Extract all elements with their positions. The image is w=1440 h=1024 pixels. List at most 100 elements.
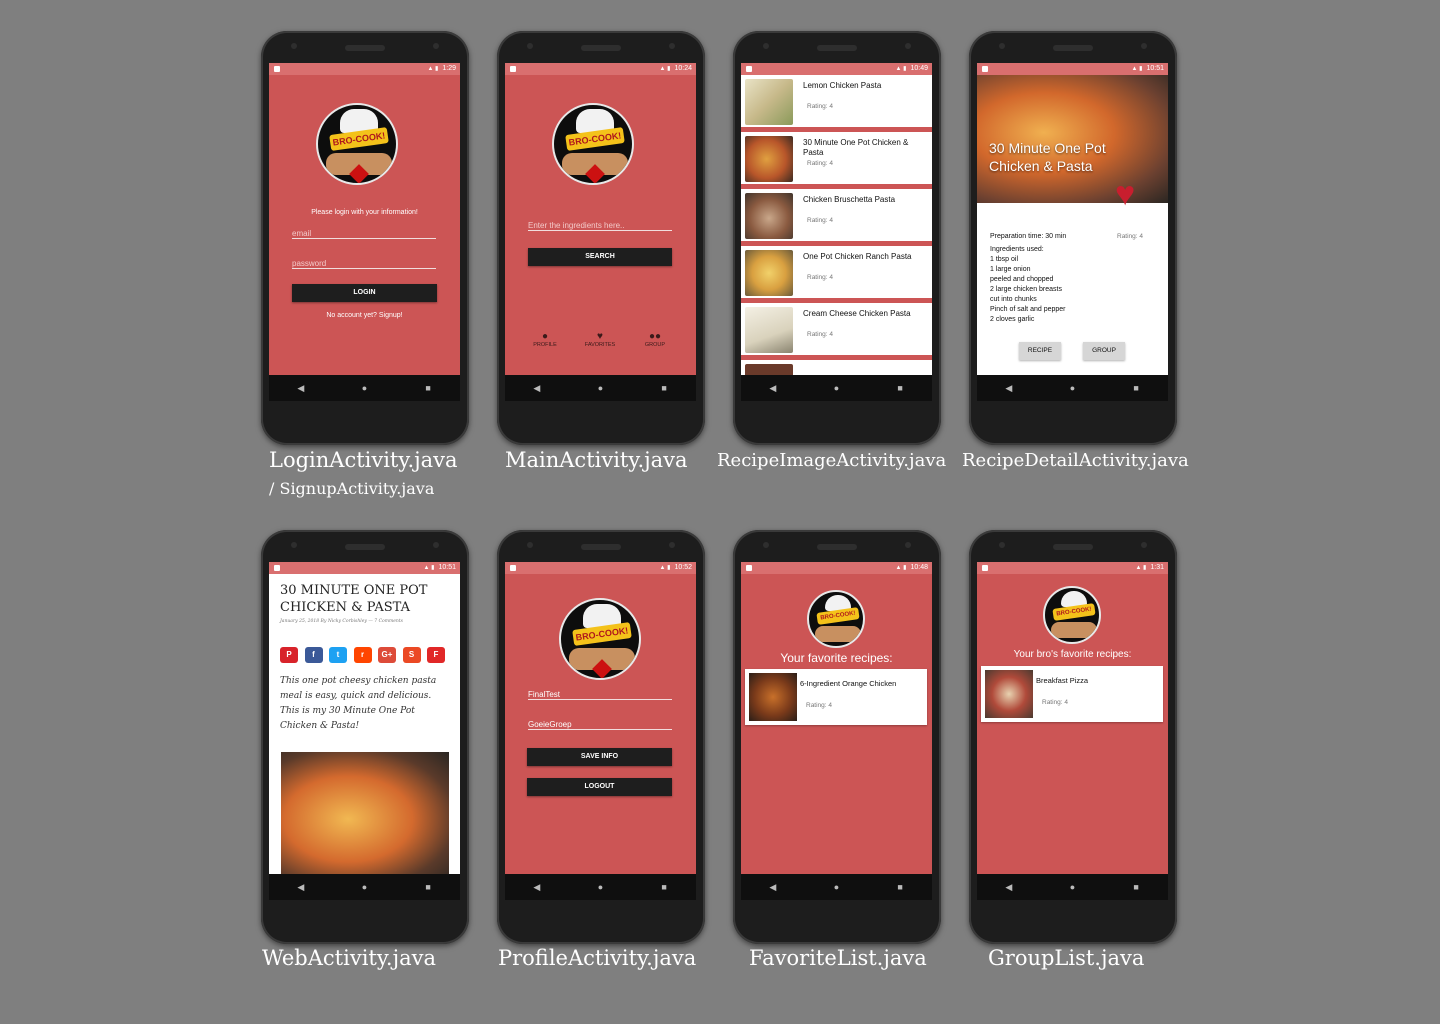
home-icon[interactable]: ● <box>1052 882 1092 892</box>
search-button[interactable]: SEARCH <box>528 248 672 266</box>
recents-icon[interactable]: ■ <box>880 882 920 892</box>
recents-icon[interactable]: ■ <box>1116 882 1156 892</box>
android-nav-bar: ◀ ● ■ <box>505 375 696 401</box>
main-screen: ▲ ▮ 10:24 BRO-COOK! Enter the ingredients… <box>505 63 696 375</box>
caption-login-sub: / SignupActivity.java <box>269 479 435 498</box>
status-bar: ▲ ▮ 10:51 <box>269 562 460 574</box>
group-field[interactable]: GoeieGroep <box>528 720 672 730</box>
ingredients-list: Ingredients used: 1 tbsp oil 1 large oni… <box>990 246 1066 323</box>
recents-icon[interactable]: ■ <box>1116 383 1156 393</box>
recipe-detail-screen: ▲ ▮ 10:51 30 Minute One Pot Chicken & Pas… <box>977 63 1168 375</box>
tab-favorites[interactable]: ♥ FAVORITES <box>580 331 620 348</box>
caption-main: MainActivity.java <box>505 448 688 472</box>
recipe-list-item[interactable]: Cream Cheese Chicken Pasta Rating: 4 <box>741 303 932 359</box>
login-button[interactable]: LOGIN <box>292 284 437 302</box>
status-bar: ▲ ▮ 10:51 <box>977 63 1168 75</box>
phone-favorite: ▲ ▮ 10:48 BRO-COOK! Your favorite recipes… <box>733 530 941 944</box>
share-button-icon[interactable]: F <box>427 647 445 663</box>
status-bar: ▲ ▮ 10:49 <box>741 63 932 75</box>
back-icon[interactable]: ◀ <box>517 383 557 394</box>
share-buttons: Pf t r G+ S F <box>280 647 452 663</box>
tab-profile[interactable]: ● PROFILE <box>525 331 565 348</box>
recipe-list-item[interactable]: One Pot Chicken Ranch Pasta Rating: 4 <box>741 246 932 302</box>
back-icon[interactable]: ◀ <box>281 882 321 893</box>
bro-cook-logo: BRO-COOK! <box>559 598 641 680</box>
share-button-icon[interactable]: t <box>329 647 347 663</box>
phone-recipe-image: ▲ ▮ 10:49 Lemon Chicken Pasta Rating: 4 3… <box>733 31 941 445</box>
share-button-icon[interactable]: f <box>304 647 323 663</box>
bro-cook-logo: BRO-COOK! <box>316 103 398 185</box>
share-button-icon[interactable]: G+ <box>378 647 396 663</box>
recipe-list-item[interactable]: 30 Minute One Pot Chicken & Pasta Rating… <box>741 132 932 188</box>
recipe-thumbnail <box>749 673 797 721</box>
favorite-list-item[interactable]: 6-Ingredient Orange Chicken Rating: 4 <box>745 669 927 725</box>
web-byline: January 25, 2018 By Nicky Corbishley — 7… <box>280 619 403 624</box>
detail-rating: Rating: 4 <box>1117 233 1144 240</box>
logout-button[interactable]: LOGOUT <box>527 778 672 796</box>
bro-cook-logo: BRO-COOK! <box>807 590 865 648</box>
back-icon[interactable]: ◀ <box>753 383 793 394</box>
favorite-screen: ▲ ▮ 10:48 BRO-COOK! Your favorite recipes… <box>741 562 932 874</box>
status-bar: ▲ ▮ 10:52 <box>505 562 696 574</box>
recipe-hero-image: 30 Minute One Pot Chicken & Pasta <box>977 75 1168 203</box>
home-icon[interactable]: ● <box>344 383 384 393</box>
recipe-hero-title: 30 Minute One Pot Chicken & Pasta <box>989 140 1106 174</box>
recents-icon[interactable]: ■ <box>408 882 448 892</box>
share-button-icon[interactable]: r <box>353 647 372 663</box>
recipe-button[interactable]: RECIPE <box>1019 342 1061 360</box>
status-bar: ▲ ▮ 10:24 <box>505 63 696 75</box>
caption-recipe-image: RecipeImageActivity.java <box>717 450 947 471</box>
favorite-heart-icon[interactable]: ♥ <box>1115 177 1135 211</box>
recipe-thumbnail <box>745 79 793 125</box>
back-icon[interactable]: ◀ <box>753 882 793 893</box>
status-bar: ▲ ▮ 10:48 <box>741 562 932 574</box>
name-field[interactable]: FinalTest <box>528 690 672 700</box>
recipe-thumbnail <box>745 193 793 239</box>
ingredients-input[interactable]: Enter the ingredients here.. <box>528 221 672 231</box>
web-article-body: This one pot cheesy chicken pasta meal i… <box>280 676 437 731</box>
recents-icon[interactable]: ■ <box>408 383 448 393</box>
share-button-icon[interactable]: P <box>280 647 298 663</box>
group-list-item[interactable]: Breakfast Pizza Rating: 4 <box>981 666 1163 722</box>
home-icon[interactable]: ● <box>344 882 384 892</box>
caption-favorite: FavoriteList.java <box>749 946 927 970</box>
recipe-list-item[interactable]: Lemon Chicken Pasta Rating: 4 <box>741 75 932 131</box>
email-field[interactable]: email <box>292 229 436 239</box>
share-button-icon[interactable]: S <box>402 647 421 663</box>
bro-cook-logo: BRO-COOK! <box>1043 586 1101 644</box>
recents-icon[interactable]: ■ <box>644 882 684 892</box>
back-icon[interactable]: ◀ <box>989 383 1029 394</box>
android-nav-bar: ◀ ● ■ <box>505 874 696 900</box>
phone-profile: ▲ ▮ 10:52 BRO-COOK! FinalTest GoeieGroep … <box>497 530 705 944</box>
back-icon[interactable]: ◀ <box>517 882 557 893</box>
home-icon[interactable]: ● <box>580 882 620 892</box>
caption-group: GroupList.java <box>988 946 1145 970</box>
recipe-thumbnail <box>745 136 793 182</box>
status-bar: ▲ ▮ 1:31 <box>977 562 1168 574</box>
recipe-thumbnail <box>745 364 793 375</box>
home-icon[interactable]: ● <box>1052 383 1092 393</box>
home-icon[interactable]: ● <box>580 383 620 393</box>
save-info-button[interactable]: SAVE INFO <box>527 748 672 766</box>
signup-link[interactable]: No account yet? Signup! <box>269 312 460 319</box>
person-icon: ● <box>541 331 549 342</box>
back-icon[interactable]: ◀ <box>281 383 321 394</box>
password-field[interactable]: password <box>292 259 436 269</box>
home-icon[interactable]: ● <box>816 882 856 892</box>
group-button[interactable]: GROUP <box>1083 342 1125 360</box>
recipe-list-item-partial[interactable] <box>741 360 932 375</box>
caption-login: LoginActivity.java <box>269 448 458 472</box>
profile-screen: ▲ ▮ 10:52 BRO-COOK! FinalTest GoeieGroep … <box>505 562 696 874</box>
recents-icon[interactable]: ■ <box>644 383 684 393</box>
recents-icon[interactable]: ■ <box>880 383 920 393</box>
recipe-thumbnail <box>745 250 793 296</box>
home-icon[interactable]: ● <box>816 383 856 393</box>
bro-cook-logo: BRO-COOK! <box>552 103 634 185</box>
web-article-image <box>281 752 449 874</box>
back-icon[interactable]: ◀ <box>989 882 1029 893</box>
recipe-list-item[interactable]: Chicken Bruschetta Pasta Rating: 4 <box>741 189 932 245</box>
web-screen: ▲ ▮ 10:51 30 MINUTE ONE POT CHICKEN & PAS… <box>269 562 460 874</box>
tab-group[interactable]: ●● GROUP <box>635 331 675 348</box>
android-nav-bar: ◀ ● ■ <box>741 375 932 401</box>
login-screen: ▲ ▮ 1:29 BRO-COOK! Please login with your… <box>269 63 460 375</box>
